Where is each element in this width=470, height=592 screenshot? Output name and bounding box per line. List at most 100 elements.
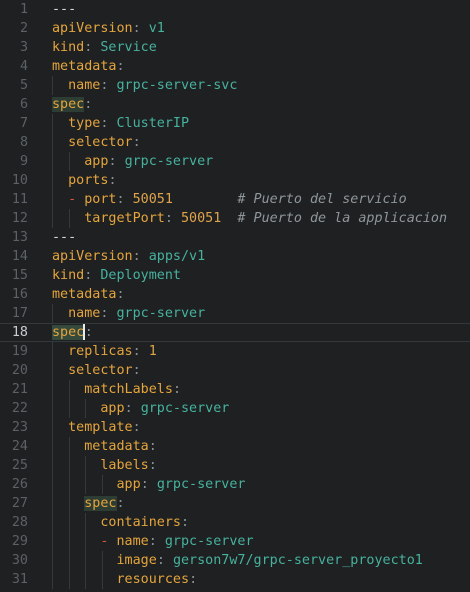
code-editor[interactable]: 1 --- 2 apiVersion: v1 3 kind: Service 4 metada… [0, 0, 470, 592]
line-content: image: gerson7w7/grpc-server_proyecto1 [28, 551, 470, 570]
code-line[interactable]: 9 app: grpc-server [0, 152, 470, 171]
line-number: 19 [11, 344, 28, 359]
code-line[interactable]: 2 apiVersion: v1 [0, 19, 470, 38]
indent-guide [52, 399, 53, 418]
code-line[interactable]: 15 kind: Deployment [0, 266, 470, 285]
line-content: metadata: [28, 57, 470, 76]
line-content: spec: [28, 323, 470, 342]
line-content: app: grpc-server [28, 399, 470, 418]
yaml-key: selector [68, 135, 133, 150]
code-line[interactable]: 26 app: grpc-server [0, 475, 470, 494]
code-line[interactable]: 22 app: grpc-server [0, 399, 470, 418]
line-number: 12 [11, 211, 28, 226]
yaml-key: port [84, 192, 117, 207]
code-line[interactable]: 4 metadata: [0, 57, 470, 76]
indent-guide [52, 190, 53, 209]
code-line[interactable]: 10 ports: [0, 171, 470, 190]
colon: : [100, 306, 117, 321]
code-line[interactable]: 14 apiVersion: apps/v1 [0, 247, 470, 266]
code-line[interactable]: 12 targetPort: 50051 # Puerto de la appl… [0, 209, 470, 228]
indent-guide [52, 475, 53, 494]
code-line[interactable]: 5 name: grpc-server-svc [0, 76, 470, 95]
indent-guide [68, 437, 70, 456]
code-line[interactable]: 25 labels: [0, 456, 470, 475]
colon: : [100, 116, 117, 131]
code-line[interactable]: 31 resources: [0, 570, 470, 589]
list-dash: - [100, 534, 117, 549]
yaml-key: name [68, 306, 101, 321]
line-number: 13 [11, 230, 28, 245]
indent-guide [68, 532, 70, 551]
code-line[interactable]: 8 selector: [0, 133, 470, 152]
line-content: spec: [28, 95, 470, 114]
line-content: name: grpc-server [28, 304, 470, 323]
yaml-value: apps/v1 [148, 249, 206, 264]
colon: : [132, 21, 149, 36]
indent-guide [68, 380, 70, 399]
line-content: - port: 50051 # Puerto del servicio [28, 190, 470, 209]
yaml-value: gerson7w7/grpc-server_proyecto1 [172, 553, 423, 568]
yaml-key: ports [68, 173, 109, 188]
yaml-value: grpc-server [116, 306, 206, 321]
indent-guide [52, 437, 53, 456]
code-line[interactable]: 6 spec: [0, 95, 470, 114]
code-line[interactable]: 23 template: [0, 418, 470, 437]
yaml-key: spec [52, 325, 85, 340]
indent-guide [102, 475, 104, 494]
colon: : [148, 458, 157, 473]
code-line[interactable]: 1 --- [0, 0, 470, 19]
code-line[interactable]: 16 metadata: [0, 285, 470, 304]
yaml-key: image [116, 553, 157, 568]
colon: : [148, 534, 165, 549]
indent-guide [68, 551, 70, 570]
line-number: 16 [11, 287, 28, 302]
colon: : [84, 268, 101, 283]
yaml-key: replicas [68, 344, 133, 359]
yaml-value: ClusterIP [116, 116, 190, 131]
yaml-value: Service [100, 40, 157, 55]
indent-guide [68, 399, 70, 418]
line-content: labels: [28, 456, 470, 475]
code-line[interactable]: 3 kind: Service [0, 38, 470, 57]
code-line[interactable]: 11 - port: 50051 # Puerto del servicio [0, 190, 470, 209]
indent-guide [52, 304, 53, 323]
code-line[interactable]: 19 replicas: 1 [0, 342, 470, 361]
yaml-key: app [84, 154, 109, 169]
yaml-key: matchLabels [84, 382, 173, 397]
code-line[interactable]: 27 spec: [0, 494, 470, 513]
colon: : [164, 211, 181, 226]
code-line[interactable]: 24 metadata: [0, 437, 470, 456]
indent-guide [52, 171, 53, 190]
yaml-key: spec [52, 97, 85, 112]
colon: : [108, 154, 125, 169]
code-line[interactable]: 13 --- [0, 228, 470, 247]
yaml-key: kind [52, 268, 85, 283]
code-line[interactable]: 21 matchLabels: [0, 380, 470, 399]
colon: : [140, 477, 157, 492]
line-number: 10 [11, 173, 28, 188]
indent-guide [102, 551, 104, 570]
yaml-key: template [68, 420, 133, 435]
code-line[interactable]: 20 selector: [0, 361, 470, 380]
code-line[interactable]: 28 containers: [0, 513, 470, 532]
code-line[interactable]: 7 type: ClusterIP [0, 114, 470, 133]
yaml-value: grpc-server [140, 401, 230, 416]
yaml-value: grpc-server-svc [116, 78, 238, 93]
code-line[interactable]: 29 - name: grpc-server [0, 532, 470, 551]
code-line[interactable]: 17 name: grpc-server [0, 304, 470, 323]
line-number: 23 [11, 420, 28, 435]
code-line[interactable]: 30 image: gerson7w7/grpc-server_proyecto… [0, 551, 470, 570]
comment: # Puerto de la applicacion [221, 211, 448, 226]
yaml-key: name [68, 78, 101, 93]
indent-guide [68, 209, 70, 228]
indent-guide [52, 76, 53, 95]
yaml-key: kind [52, 40, 85, 55]
code-line[interactable]: 18 spec: [0, 323, 470, 342]
indent-guide [85, 551, 87, 570]
indent-guide [85, 532, 87, 551]
